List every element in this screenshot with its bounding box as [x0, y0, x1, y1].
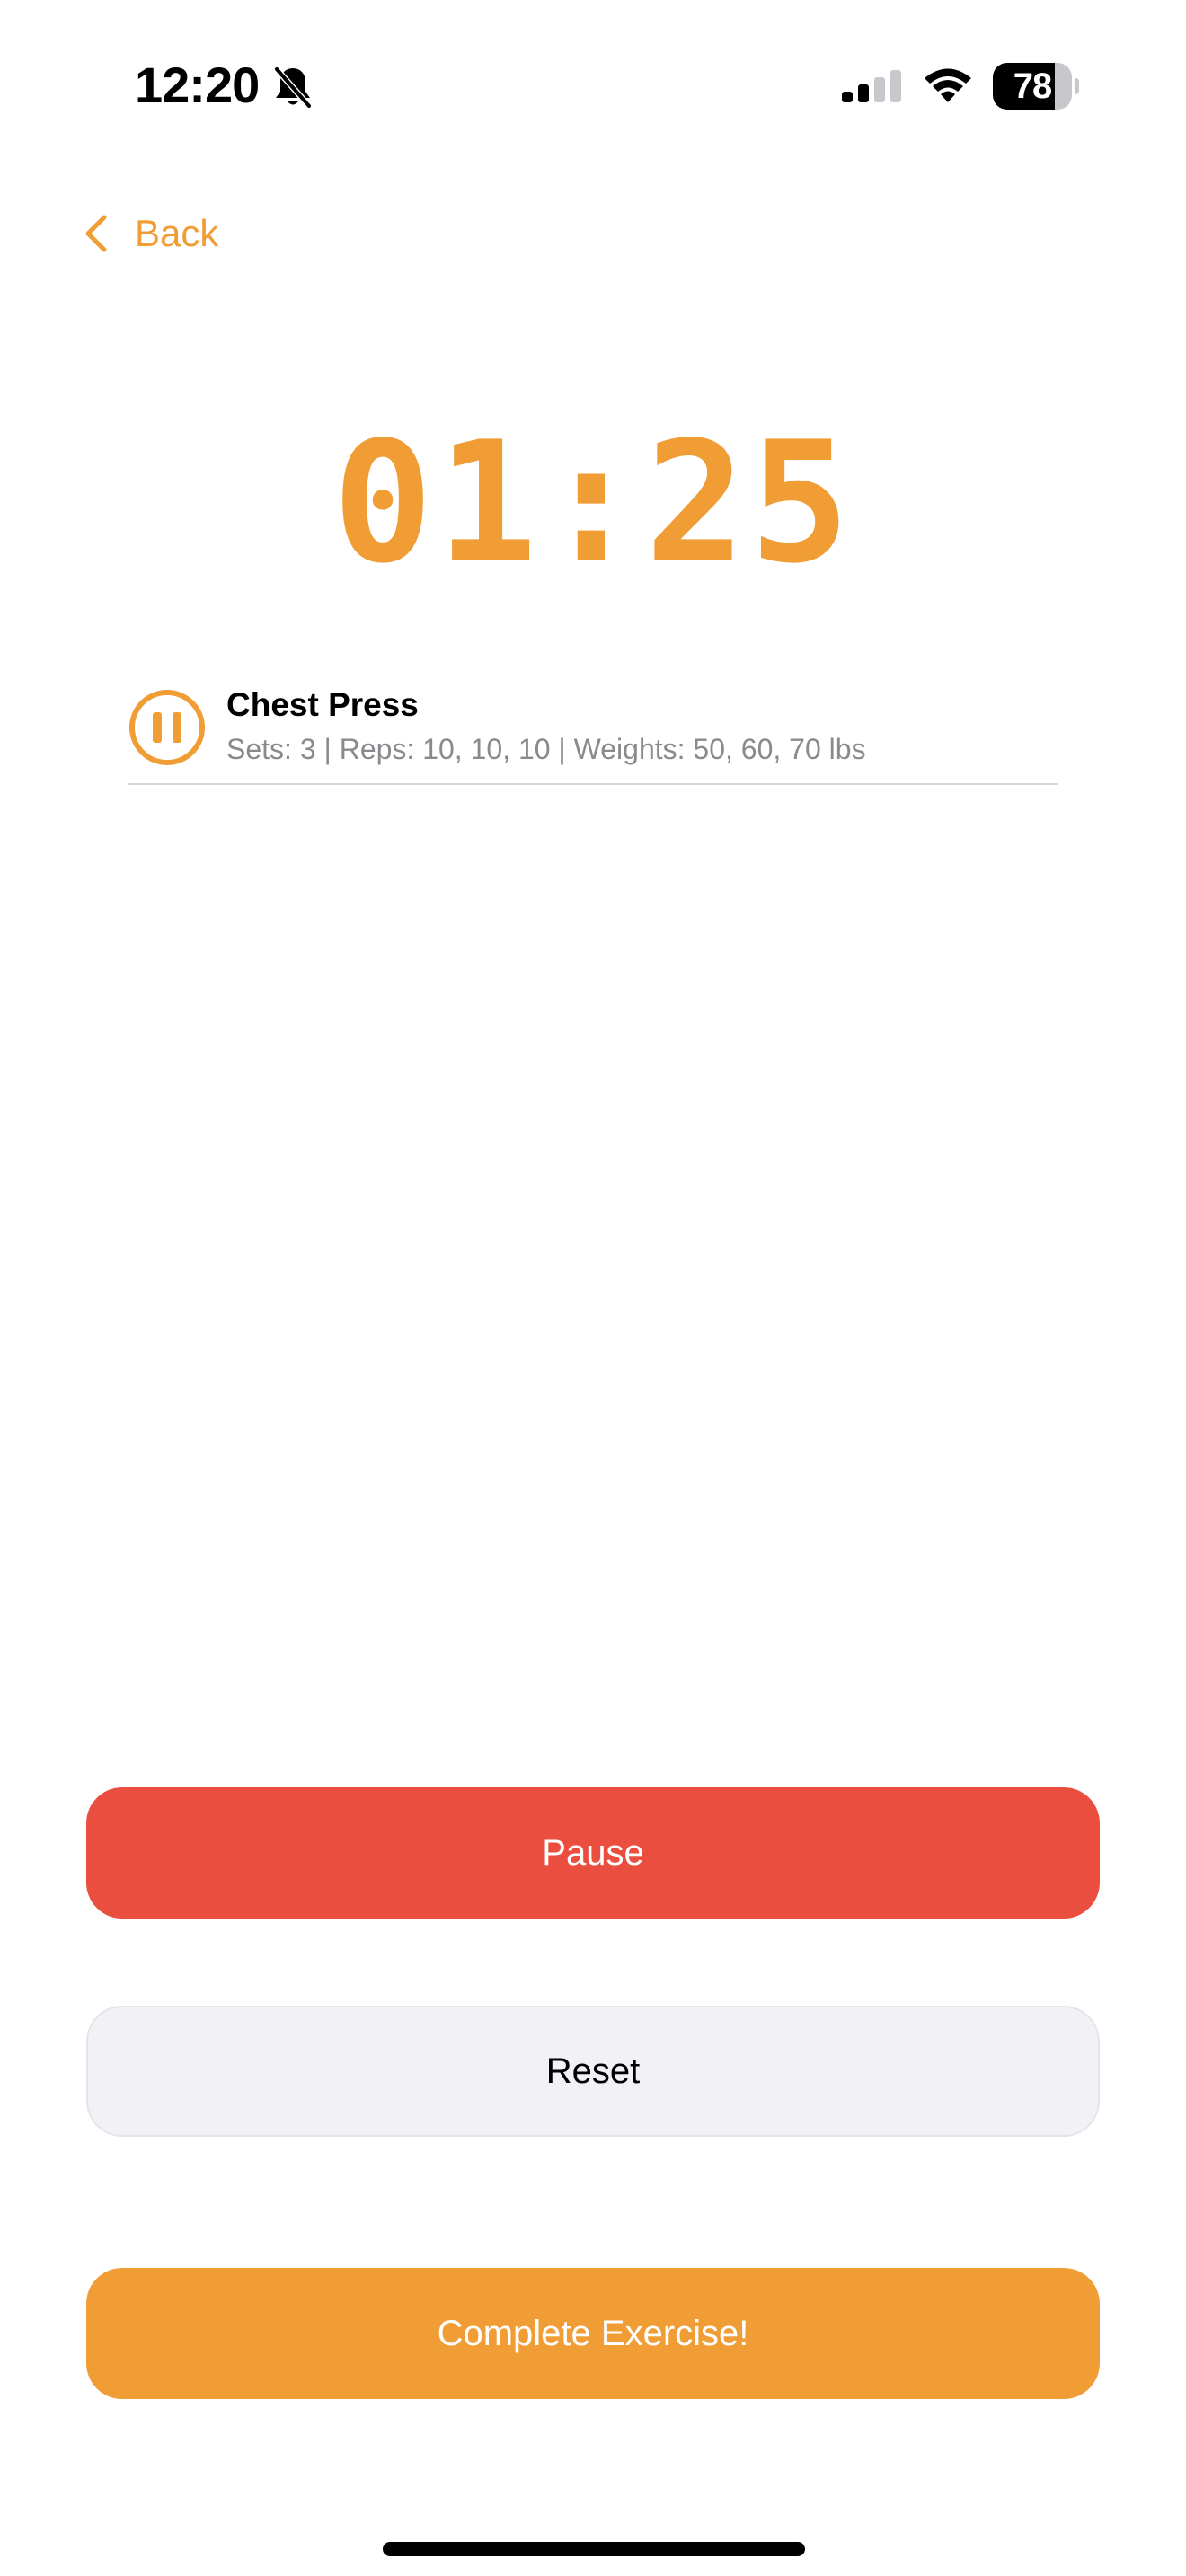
exercise-row[interactable]: Chest Press Sets: 3 | Reps: 10, 10, 10 |…	[128, 679, 1058, 785]
signal-bar	[890, 70, 901, 102]
home-indicator[interactable]	[383, 2542, 805, 2556]
bell-slash-icon	[273, 66, 313, 110]
battery-icon: 78	[993, 63, 1079, 110]
exercise-details: Sets: 3 | Reps: 10, 10, 10 | Weights: 50…	[226, 733, 866, 765]
pause-circle-icon[interactable]	[128, 689, 206, 766]
signal-bar	[874, 77, 885, 102]
back-label: Back	[135, 212, 219, 254]
complete-exercise-button[interactable]: Complete Exercise!	[86, 2268, 1100, 2399]
reset-button[interactable]: Reset	[86, 2006, 1100, 2137]
battery-cap	[1075, 78, 1079, 94]
signal-bar	[842, 92, 853, 102]
signal-bar	[858, 84, 869, 102]
chevron-left-icon	[85, 215, 107, 252]
wifi-icon	[925, 68, 971, 102]
timer-display: 01:25	[332, 405, 854, 600]
cellular-signal-icon	[842, 70, 901, 102]
status-time: 12:20	[135, 57, 260, 113]
battery-body: 78	[993, 63, 1072, 110]
exercise-name: Chest Press	[226, 686, 419, 723]
back-button[interactable]: Back	[83, 199, 218, 268]
pause-button[interactable]: Pause	[86, 1787, 1100, 1919]
battery-level: 78	[1013, 66, 1053, 106]
